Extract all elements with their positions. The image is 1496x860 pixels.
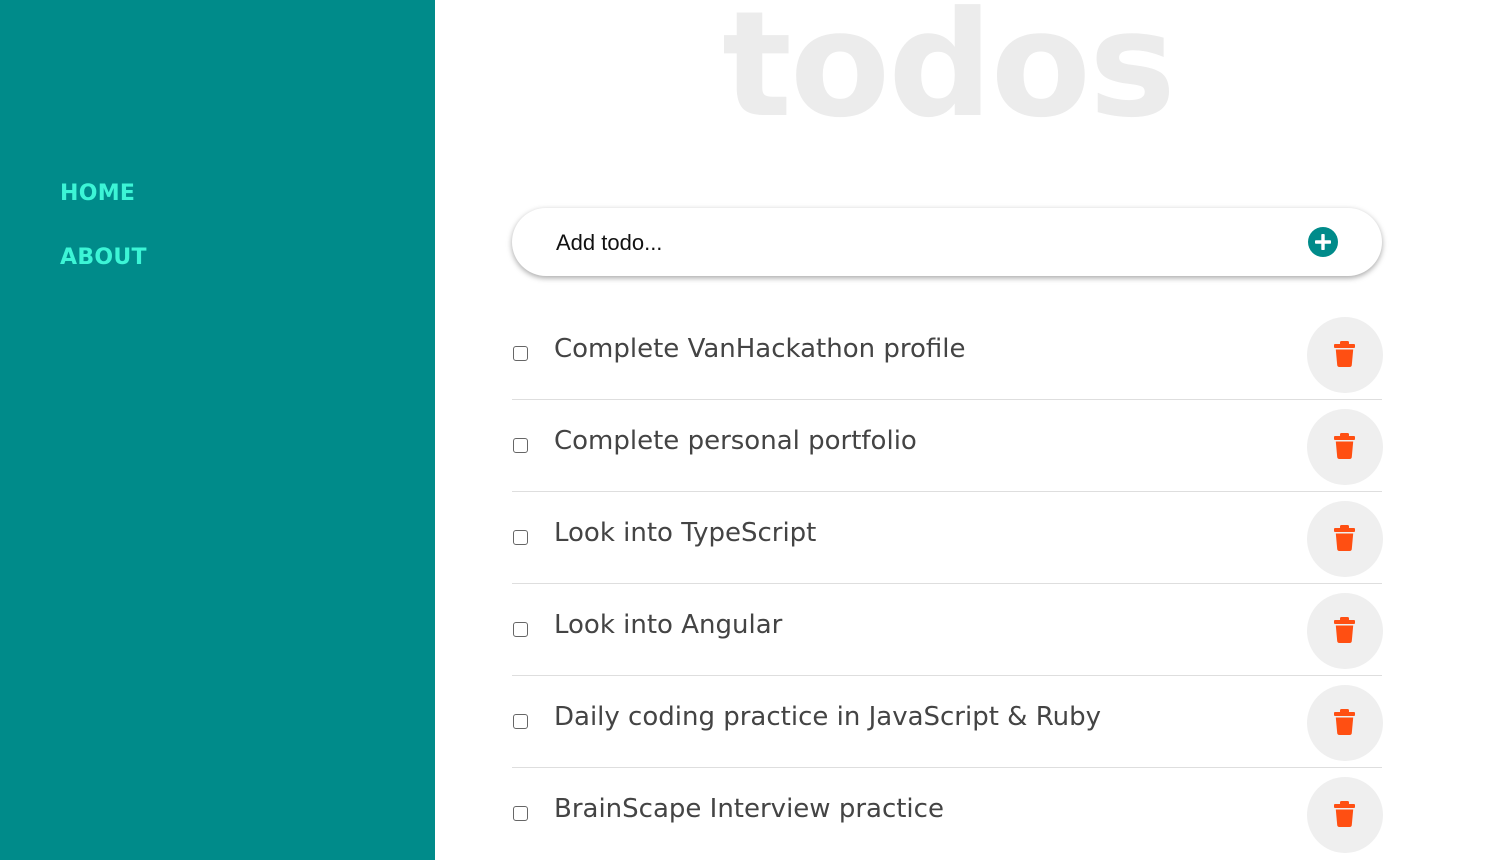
todo-item: BrainScape Interview practice bbox=[512, 768, 1383, 859]
sidebar-nav: HOME ABOUT bbox=[60, 178, 147, 306]
app-title: todos bbox=[722, 0, 1176, 150]
delete-todo-button[interactable] bbox=[1307, 777, 1383, 853]
todo-text: Complete VanHackathon profile bbox=[554, 334, 966, 364]
delete-todo-button[interactable] bbox=[1307, 593, 1383, 669]
trash-icon bbox=[1334, 801, 1355, 827]
trash-icon bbox=[1334, 525, 1355, 551]
todo-text: BrainScape Interview practice bbox=[554, 794, 944, 824]
todo-item: Complete VanHackathon profile bbox=[512, 308, 1383, 400]
delete-todo-button[interactable] bbox=[1307, 409, 1383, 485]
todo-checkbox[interactable] bbox=[513, 346, 528, 361]
trash-icon bbox=[1334, 617, 1355, 643]
nav-link-home[interactable]: HOME bbox=[60, 178, 147, 242]
delete-todo-button[interactable] bbox=[1307, 685, 1383, 761]
add-todo-button[interactable] bbox=[1308, 227, 1338, 257]
todo-checkbox[interactable] bbox=[513, 530, 528, 545]
delete-todo-button[interactable] bbox=[1307, 501, 1383, 577]
todo-checkbox[interactable] bbox=[513, 714, 528, 729]
todo-text: Complete personal portfolio bbox=[554, 426, 917, 456]
trash-icon bbox=[1334, 341, 1355, 367]
trash-icon bbox=[1334, 709, 1355, 735]
delete-todo-button[interactable] bbox=[1307, 317, 1383, 393]
nav-link-about[interactable]: ABOUT bbox=[60, 242, 147, 306]
todo-checkbox[interactable] bbox=[513, 438, 528, 453]
todo-text: Look into Angular bbox=[554, 610, 783, 640]
plus-circle-icon bbox=[1308, 227, 1338, 257]
sidebar: HOME ABOUT bbox=[0, 0, 435, 860]
todo-checkbox[interactable] bbox=[513, 622, 528, 637]
trash-icon bbox=[1334, 433, 1355, 459]
todo-checkbox[interactable] bbox=[513, 806, 528, 821]
todo-text: Look into TypeScript bbox=[554, 518, 817, 548]
add-todo-form bbox=[512, 208, 1382, 276]
todo-list: Complete VanHackathon profile Complete p… bbox=[512, 308, 1383, 859]
todo-item: Complete personal portfolio bbox=[512, 400, 1383, 492]
todo-item: Daily coding practice in JavaScript & Ru… bbox=[512, 676, 1383, 768]
todo-item: Look into Angular bbox=[512, 584, 1383, 676]
main-content: todos Complete VanHackathon profile bbox=[435, 0, 1496, 860]
todo-item: Look into TypeScript bbox=[512, 492, 1383, 584]
todo-text: Daily coding practice in JavaScript & Ru… bbox=[554, 702, 1101, 732]
add-todo-input[interactable] bbox=[554, 222, 1298, 264]
